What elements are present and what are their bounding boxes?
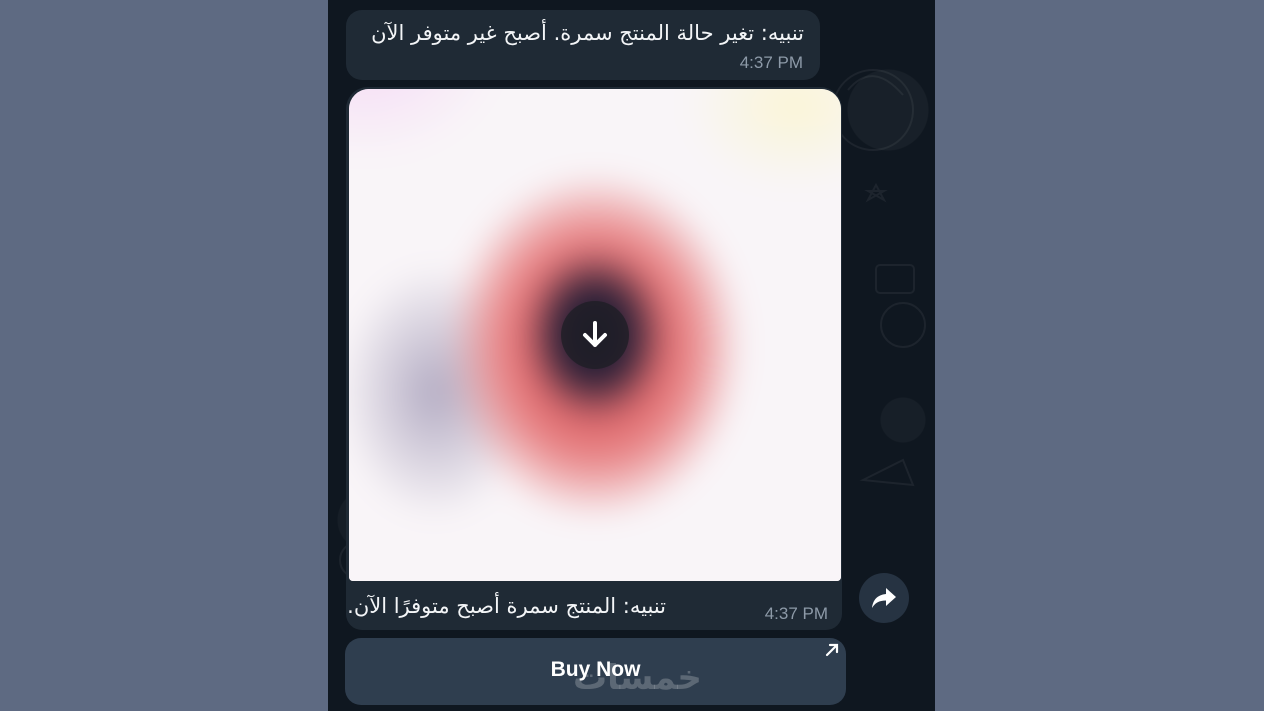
message-time: 4:37 PM [739,53,803,72]
product-image-preview[interactable] [349,89,841,581]
download-button[interactable] [561,301,629,369]
message-time: 4:37 PM [764,604,828,623]
download-arrow-icon [583,321,607,347]
external-link-arrow-icon [825,643,839,657]
chat-window: تنبيه: تغير حالة المنتج سمرة. أصبح غير م… [328,0,935,711]
buy-now-button[interactable]: خمسات Buy Now [345,638,846,705]
message-text: تنبيه: تغير حالة المنتج سمرة. أصبح غير م… [371,21,804,45]
message-bubble-available: تنبيه: المنتج سمرة أصبح متوفرًا الآن. 4:… [346,87,842,630]
share-button[interactable] [859,573,909,623]
message-bubble-unavailable: تنبيه: تغير حالة المنتج سمرة. أصبح غير م… [346,10,820,80]
message-caption: تنبيه: المنتج سمرة أصبح متوفرًا الآن. [347,594,666,618]
buy-now-label: Buy Now [550,658,641,681]
share-forward-icon [872,588,896,608]
